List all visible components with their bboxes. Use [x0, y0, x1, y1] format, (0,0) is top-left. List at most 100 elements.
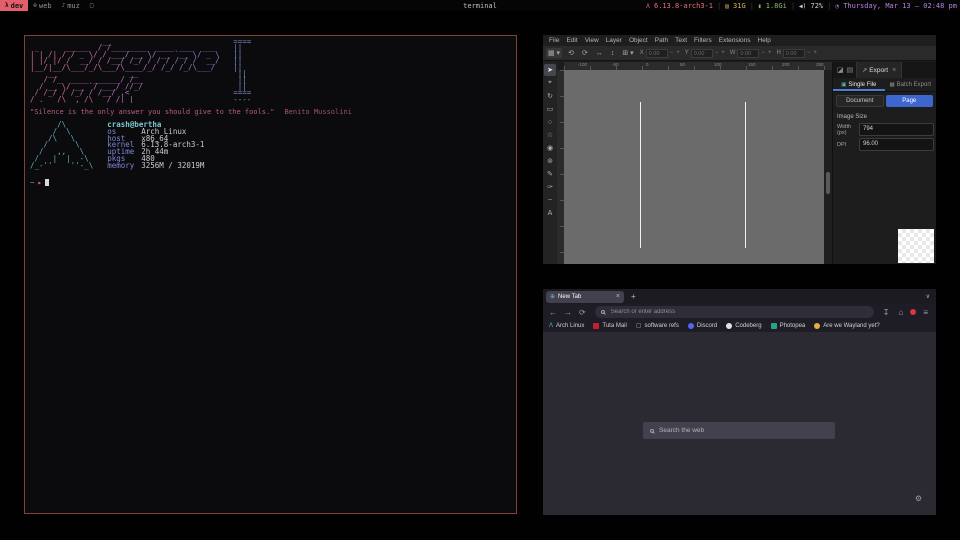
menu-filters[interactable]: Filters — [691, 37, 715, 44]
workspace-tag-web[interactable]: ⊕web — [28, 0, 56, 11]
menu-layer[interactable]: Layer — [603, 37, 625, 44]
bookmark-item[interactable]: Codeberg — [726, 323, 761, 329]
toolbar-icon[interactable]: ⟳ — [580, 48, 590, 58]
menu-file[interactable]: File — [546, 37, 562, 44]
web-search-box[interactable] — [643, 422, 835, 439]
status-module: ◔ Thursday, Mar 13 — 02:48 pm — [835, 2, 957, 10]
canvas-vertical-scrollbar[interactable] — [824, 70, 832, 264]
menu-extensions[interactable]: Extensions — [716, 37, 754, 44]
width-input[interactable]: 794 — [859, 123, 934, 136]
tool-icon[interactable]: ☆ — [544, 129, 556, 141]
decrement-button[interactable]: − — [760, 50, 766, 56]
bookmark-item[interactable]: Photopea — [771, 323, 806, 329]
increment-button[interactable]: + — [720, 50, 726, 56]
bookmark-item[interactable]: Are we Wayland yet? — [814, 323, 879, 329]
back-button[interactable]: ← — [547, 308, 559, 317]
tool-icon[interactable]: ➤ — [544, 64, 556, 76]
tab-close-icon[interactable]: × — [616, 293, 620, 300]
field-value[interactable]: 0.00 — [737, 49, 759, 58]
field-w: W0.00−+ — [730, 49, 773, 58]
scrollbar-thumb[interactable] — [826, 172, 830, 194]
increment-button[interactable]: + — [675, 50, 681, 56]
bookmark-item[interactable]: Tuta Mail — [593, 323, 626, 329]
tool-icon[interactable]: ~ — [544, 194, 556, 206]
web-search-input[interactable] — [659, 427, 828, 434]
status-module: ▤ 31G — [725, 2, 745, 10]
tag-icon: □ — [90, 2, 94, 9]
forward-button[interactable]: → — [562, 308, 574, 317]
field-value[interactable]: 0.00 — [691, 49, 713, 58]
bookmark-favicon-icon — [688, 323, 694, 329]
home-icon[interactable]: ⌂ — [896, 308, 905, 317]
toolbar-icon[interactable]: ↕ — [609, 49, 617, 58]
field-value[interactable]: 0.00 — [646, 49, 668, 58]
menu-view[interactable]: View — [582, 37, 602, 44]
tab-batch-export[interactable]: ▦ Batch Export — [885, 78, 937, 91]
menu-edit[interactable]: Edit — [563, 37, 580, 44]
workspace-tag-muz[interactable]: ♪muz — [57, 0, 85, 11]
status-separator: | — [750, 2, 754, 10]
toolbar-icon[interactable]: ▦ ▾ — [546, 48, 562, 58]
tool-icon[interactable]: ⌖ — [544, 77, 556, 89]
status-icon: ▤ — [725, 3, 729, 10]
active-tab[interactable]: ⊕ New Tab × — [546, 291, 624, 303]
tool-icon[interactable]: ○ — [544, 116, 556, 128]
document-scope-button[interactable]: Document — [836, 95, 884, 107]
tag-icon: ♪ — [62, 2, 66, 9]
close-icon[interactable]: × — [892, 67, 896, 74]
tool-icon[interactable]: ⊚ — [544, 155, 556, 167]
dpi-input[interactable]: 96.00 — [859, 138, 934, 151]
page-scope-button[interactable]: Page — [886, 95, 934, 107]
fill-stroke-dialog-icon[interactable]: ◪ — [837, 66, 844, 74]
workspace-tag-dev[interactable]: λdev — [0, 0, 28, 11]
bookmark-item[interactable]: Discord — [688, 323, 717, 329]
menu-text[interactable]: Text — [672, 37, 690, 44]
tool-icon[interactable]: ✎ — [544, 168, 556, 180]
decrement-button[interactable]: − — [669, 50, 675, 56]
export-mode-tabs: ▣ Single File ▦ Batch Export — [833, 78, 936, 92]
horizontal-ruler: -100-50050100150200250 — [564, 62, 832, 70]
single-file-label: Single File — [848, 82, 876, 88]
tab-single-file[interactable]: ▣ Single File — [833, 78, 885, 91]
shell-prompt[interactable]: ~ ▸ — [30, 178, 511, 187]
new-tab-button[interactable]: + — [631, 292, 636, 301]
tool-icon[interactable]: ▭ — [544, 103, 556, 115]
tool-icon[interactable]: A — [544, 207, 556, 219]
browser-window[interactable]: ⊕ New Tab × + ∨ ← → ⟳ ↧ ⌂ ≡ ΛArch Linux T… — [543, 289, 936, 515]
address-bar-input[interactable] — [595, 306, 874, 318]
quote-author: Benito Mussolini — [284, 108, 351, 116]
workspace-tags: λdev⊕web♪muz □ — [0, 0, 98, 11]
downloads-icon[interactable]: ↧ — [881, 308, 892, 317]
bookmark-item[interactable]: ΛArch Linux — [549, 323, 584, 329]
inkscape-window[interactable]: FileEditViewLayerObjectPathTextFiltersEx… — [543, 35, 936, 264]
list-all-tabs-chevron-icon[interactable]: ∨ — [926, 293, 930, 300]
increment-button[interactable]: + — [812, 50, 818, 56]
layers-dialog-icon[interactable]: ▤ — [847, 66, 854, 74]
menu-help[interactable]: Help — [755, 37, 774, 44]
export-dialog-tab[interactable]: ↗ Export × — [856, 62, 902, 78]
toolbar-icon[interactable]: ⊞ ▾ — [620, 48, 635, 58]
increment-button[interactable]: + — [767, 50, 773, 56]
bookmark-label: Tuta Mail — [602, 323, 626, 329]
terminal-window[interactable]: __ ==== _ _____ / /________ ____ ___ ___… — [24, 35, 517, 514]
bookmark-item[interactable]: ▢software refs — [636, 323, 679, 329]
workspace-tag-layout[interactable]: □ — [85, 0, 99, 11]
personalize-gear-icon[interactable]: ⚙ — [915, 494, 922, 503]
reload-button[interactable]: ⟳ — [577, 308, 588, 317]
decrement-button[interactable]: − — [714, 50, 720, 56]
tool-icon[interactable]: ↻ — [544, 90, 556, 102]
extension-icon[interactable] — [910, 309, 916, 315]
menu-object[interactable]: Object — [626, 37, 651, 44]
inkscape-canvas[interactable] — [564, 70, 824, 264]
decrement-button[interactable]: − — [806, 50, 812, 56]
tool-icon[interactable]: ◉ — [544, 142, 556, 154]
menu-path[interactable]: Path — [652, 37, 671, 44]
field-value[interactable]: 0.00 — [783, 49, 805, 58]
dock-tab-strip: ◪ ▤ ↗ Export × — [833, 62, 936, 78]
batch-export-icon: ▦ — [889, 82, 894, 88]
toolbar-icon[interactable]: ↔ — [594, 49, 605, 58]
field-label: W — [730, 50, 736, 56]
menu-hamburger-icon[interactable]: ≡ — [921, 308, 930, 317]
tool-icon[interactable]: ✑ — [544, 181, 556, 193]
toolbar-icon[interactable]: ⟲ — [566, 48, 576, 58]
